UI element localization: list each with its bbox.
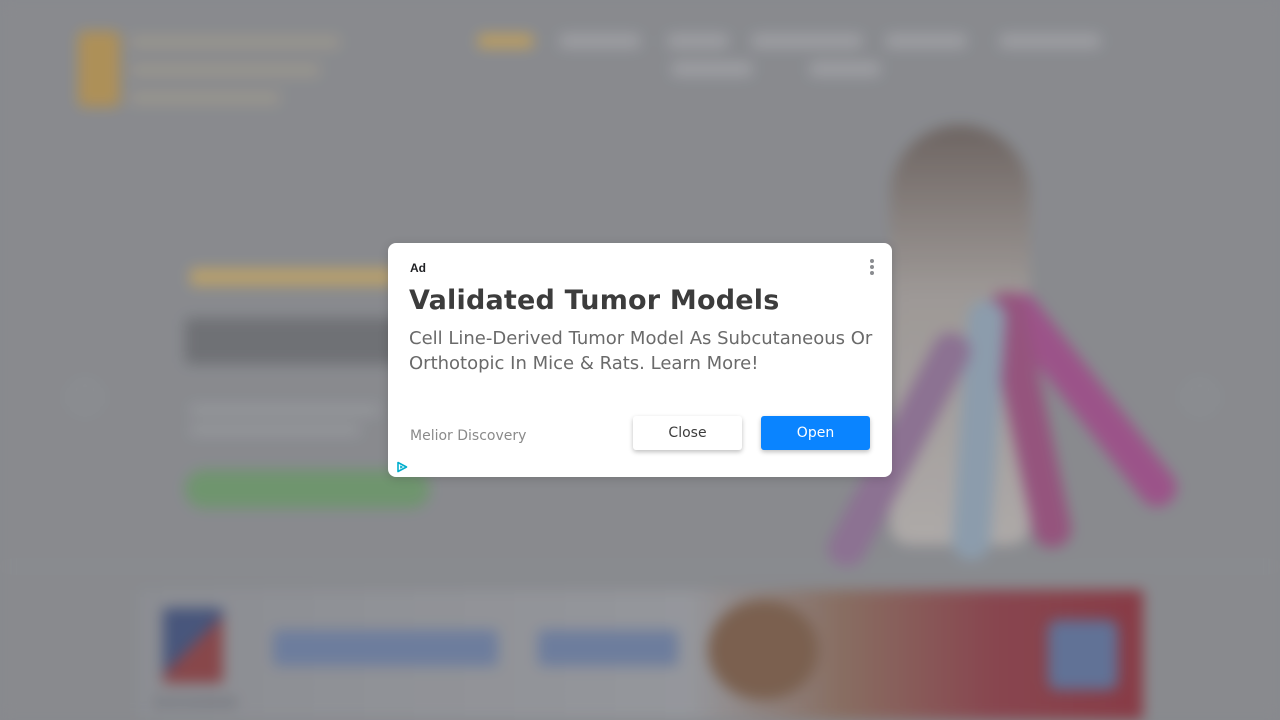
ad-headline[interactable]: Validated Tumor Models — [409, 285, 780, 316]
open-button[interactable]: Open — [761, 416, 870, 450]
ad-label: Ad — [410, 261, 426, 275]
vertical-dots-icon[interactable] — [864, 257, 880, 277]
close-button[interactable]: Close — [633, 416, 742, 450]
ad-advertiser[interactable]: Melior Discovery — [410, 428, 526, 444]
ad-body: Cell Line-Derived Tumor Model As Subcuta… — [409, 328, 873, 374]
adchoices-icon[interactable] — [396, 461, 408, 473]
ad-dialog: Ad Validated Tumor Models Cell Line-Deri… — [388, 243, 892, 477]
